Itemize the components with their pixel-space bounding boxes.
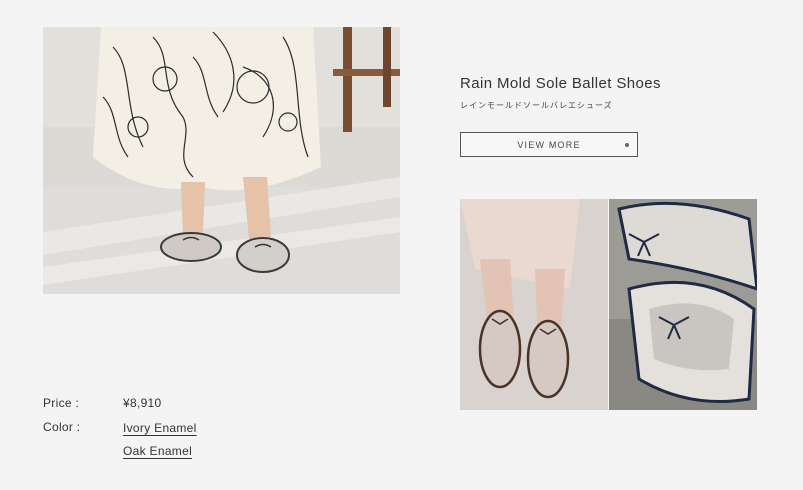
thumbnail-image-1[interactable]	[460, 199, 608, 410]
view-more-label: VIEW MORE	[517, 139, 581, 150]
color-link-oak-enamel[interactable]: Oak Enamel	[123, 444, 192, 458]
color-label: Color :	[43, 420, 81, 434]
dot-icon	[625, 143, 629, 147]
product-subtitle: レインモールドソールバレエシューズ	[460, 101, 613, 110]
price-label: Price :	[43, 396, 80, 410]
hero-photo	[43, 27, 400, 294]
color-link-ivory-enamel[interactable]: Ivory Enamel	[123, 421, 197, 435]
thumbnail-image-2[interactable]	[609, 199, 757, 410]
price-value: ¥8,910	[123, 396, 162, 410]
thumb-photo-feet	[460, 199, 608, 410]
view-more-button[interactable]: VIEW MORE	[460, 132, 638, 157]
hero-product-image[interactable]	[43, 27, 400, 294]
product-title: Rain Mold Sole Ballet Shoes	[460, 75, 661, 92]
thumb-photo-shoe-closeup	[609, 199, 757, 410]
